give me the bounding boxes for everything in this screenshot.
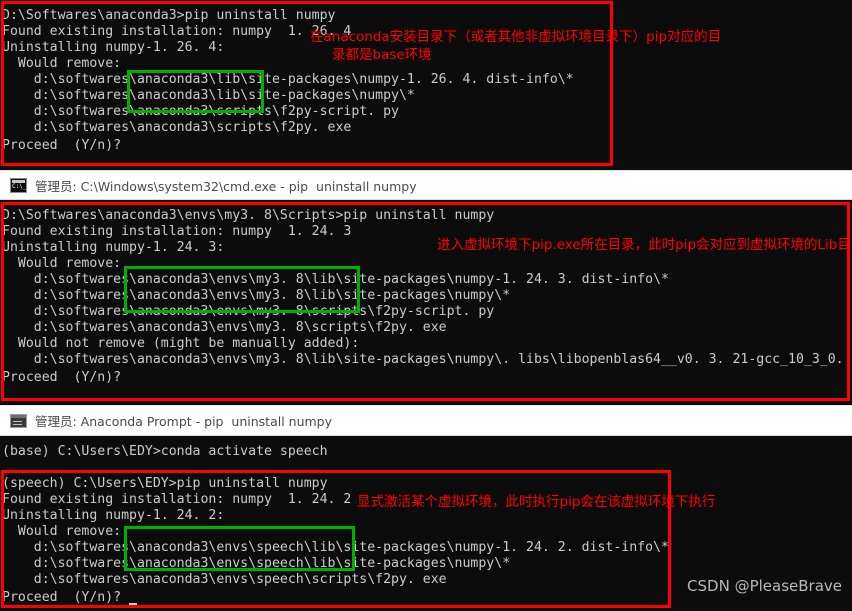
terminal-cursor	[129, 603, 137, 606]
window-titlebar-anaconda[interactable]: 管理员: Anaconda Prompt - pip uninstall num…	[0, 405, 852, 436]
terminal-line: d:\softwares\anaconda3\envs\my3. 8\scrip…	[2, 320, 447, 335]
terminal-line: Would not remove (might be manually adde…	[2, 336, 360, 351]
window-title: 管理员: C:\Windows\system32\cmd.exe - pip u…	[35, 178, 417, 194]
terminal-line: d:\softwares\anaconda3\scripts\f2py. exe	[2, 120, 352, 135]
terminal-line: Uninstalling numpy-1. 24. 3:	[2, 240, 225, 255]
terminal-line: D:\Softwares\anaconda3\envs\my3. 8\Scrip…	[2, 208, 495, 223]
terminal-line: Would remove:	[2, 56, 122, 71]
terminal-line: d:\softwares\anaconda3\envs\my3. 8\scrip…	[2, 304, 495, 319]
terminal-line: (speech) C:\Users\EDY>pip uninstall nump…	[2, 476, 328, 491]
terminal-line: d:\softwares\anaconda3\envs\my3. 8\lib\s…	[2, 272, 669, 287]
terminal-line: d:\softwares\anaconda3\scripts\f2py-scri…	[2, 104, 399, 119]
annotation-text: 进入虚拟环境下pip.exe所在目录，此时pip会对应到虚拟环境的Lib目录	[437, 237, 852, 253]
screenshot-root: D:\Softwares\anaconda3>pip uninstall num…	[0, 0, 852, 611]
terminal-venv-scripts[interactable]: D:\Softwares\anaconda3\envs\my3. 8\Scrip…	[0, 200, 852, 405]
annotation-text: 显式激活某个虚拟环境，此时执行pip会在该虚拟环境下执行	[357, 494, 716, 510]
terminal-line: Found existing installation: numpy 1. 24…	[2, 492, 352, 507]
terminal-line: D:\Softwares\anaconda3>pip uninstall num…	[2, 8, 336, 23]
window-titlebar-cmd[interactable]: 管理员: C:\Windows\system32\cmd.exe - pip u…	[0, 170, 852, 200]
terminal-line: Would remove:	[2, 524, 122, 539]
window-title: 管理员: Anaconda Prompt - pip uninstall num…	[35, 414, 333, 429]
terminal-line: Proceed (Y/n)?	[2, 590, 122, 605]
terminal-line: d:\softwares\anaconda3\envs\my3. 8\lib\s…	[2, 288, 511, 303]
terminal-line: d:\softwares\anaconda3\envs\my3. 8\lib\s…	[2, 352, 852, 367]
terminal-line: Proceed (Y/n)?	[2, 370, 122, 385]
watermark: CSDN @PleaseBrave	[687, 577, 842, 595]
terminal-activated-env[interactable]: (base) C:\Users\EDY>conda activate speec…	[0, 436, 852, 611]
terminal-line: d:\softwares\anaconda3\envs\speech\scrip…	[2, 572, 447, 587]
terminal-line: d:\softwares\anaconda3\envs\speech\lib\s…	[2, 556, 511, 571]
terminal-line: d:\softwares\anaconda3\envs\speech\lib\s…	[2, 540, 669, 555]
terminal-line: Uninstalling numpy-1. 24. 2:	[2, 508, 225, 523]
terminal-line: Proceed (Y/n)?	[2, 138, 122, 153]
terminal-line: d:\softwares\anaconda3\lib\site-packages…	[2, 88, 415, 103]
terminal-line: Found existing installation: numpy 1. 24…	[2, 224, 352, 239]
terminal-line: Uninstalling numpy-1. 26. 4:	[2, 40, 225, 55]
terminal-line: Found existing installation: numpy 1. 26…	[2, 24, 352, 39]
annotation-text: 录都是base环境	[332, 47, 432, 63]
anaconda-prompt-icon	[10, 413, 27, 428]
annotation-text: 在anaconda安装目录下（或者其他非虚拟环境目录下）pip对应的目	[310, 29, 722, 45]
terminal-line: d:\softwares\anaconda3\lib\site-packages…	[2, 72, 574, 87]
terminal-line: (base) C:\Users\EDY>conda activate speec…	[2, 444, 328, 459]
cmd-icon	[10, 177, 27, 193]
terminal-line: Would remove:	[2, 256, 122, 271]
terminal-base-env[interactable]: D:\Softwares\anaconda3>pip uninstall num…	[0, 0, 852, 170]
